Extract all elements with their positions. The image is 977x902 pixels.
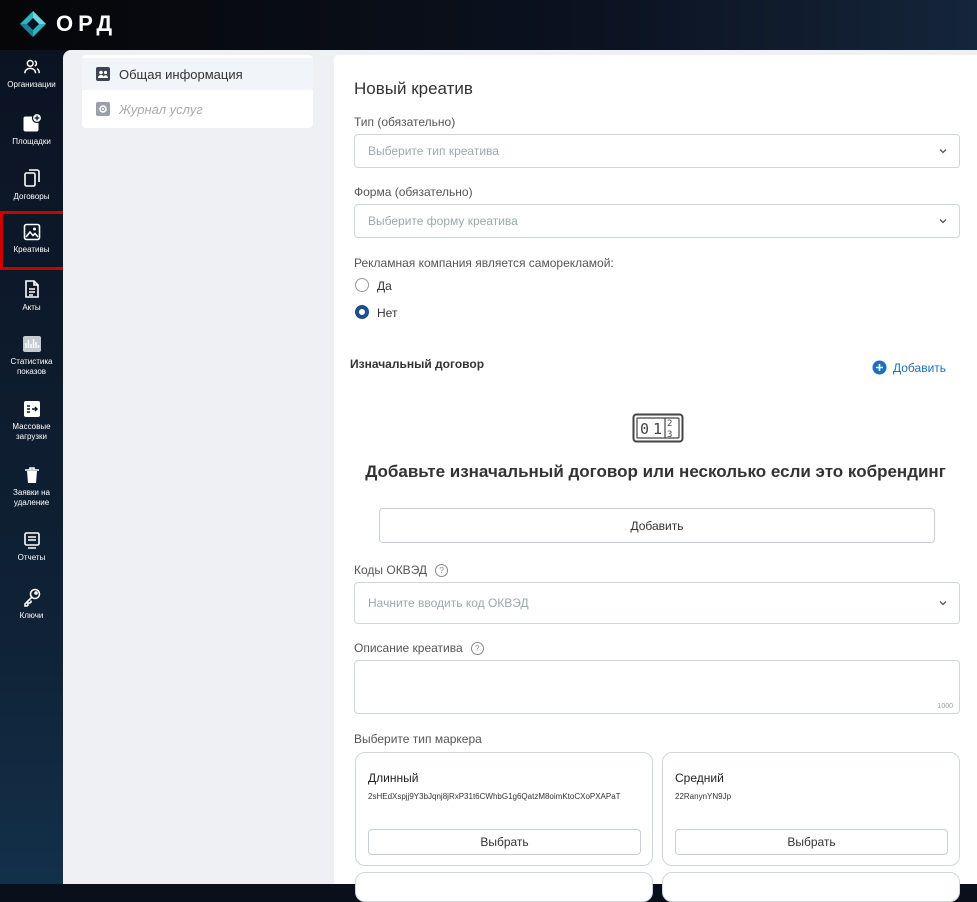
help-icon[interactable]: ? — [435, 564, 449, 578]
marker-label: Выберите тип маркера — [354, 732, 482, 746]
okved-placeholder: Начните вводить код ОКВЭД — [368, 596, 529, 610]
section-menu: Общая информация Журнал услуг — [82, 55, 313, 128]
counter-icon: 0 1 2 3 — [632, 413, 684, 443]
creative-form: Новый креатив Тип (обязательно) Выберите… — [334, 55, 977, 902]
document-icon — [24, 280, 39, 298]
select-marker-button[interactable]: Выбрать — [368, 829, 641, 855]
trash-icon — [24, 467, 39, 483]
type-label: Тип (обязательно) — [354, 115, 456, 129]
group-icon — [96, 67, 110, 81]
okved-label-text: Коды ОКВЭД — [354, 563, 428, 577]
add-contract-link[interactable]: Добавить — [872, 360, 946, 375]
page-title: Новый креатив — [354, 79, 473, 98]
help-icon[interactable]: ? — [470, 642, 484, 656]
sidebar-item-keys[interactable]: Ключи — [0, 587, 63, 621]
empty-contract-message: Добавьте изначальный договор или несколь… — [365, 462, 946, 481]
marker-card[interactable] — [355, 872, 653, 902]
type-placeholder: Выберите тип креатива — [368, 144, 499, 158]
marker-title: Средний — [675, 771, 724, 785]
sidebar-item-label: Акты — [22, 303, 41, 312]
users-icon — [23, 59, 40, 74]
sidebar-item-label: Договоры — [13, 192, 50, 201]
menu-item-service-journal[interactable]: Журнал услуг — [82, 93, 313, 125]
marker-code: 2sHEdXspjj9Y3bJqnj8jRxP31t6CWhbG1g6QatzM… — [368, 792, 621, 801]
sidebar-item-bulk-uploads[interactable]: Массовые загрузки — [0, 400, 63, 442]
stats-icon — [22, 336, 41, 352]
sidebar-item-label: Массовые загрузки — [12, 422, 51, 441]
add-square-icon — [23, 113, 42, 132]
svg-text:3: 3 — [667, 430, 672, 440]
sidebar-item-contracts[interactable]: Договоры — [0, 168, 63, 202]
contract-section-title: Изначальный договор — [350, 357, 485, 371]
menu-item-label: Журнал услуг — [119, 101, 203, 117]
plus-circle-icon — [872, 360, 887, 375]
svg-text:0: 0 — [640, 420, 649, 438]
self-ad-label: Рекламная компания является саморекламой… — [354, 256, 614, 270]
type-select[interactable]: Выберите тип креатива — [354, 134, 960, 168]
marker-card-long[interactable]: Длинный 2sHEdXspjj9Y3bJqnj8jRxP31t6CWhbG… — [355, 752, 653, 866]
description-label-text: Описание креатива — [354, 641, 463, 655]
chevron-down-icon — [939, 149, 947, 154]
marker-card-medium[interactable]: Средний 22RanynYN9Jp Выбрать — [662, 752, 960, 866]
select-marker-button[interactable]: Выбрать — [675, 829, 948, 855]
sidebar-item-label: Статистика показов — [10, 357, 53, 376]
logo[interactable]: ОРД — [18, 9, 117, 39]
sidebar-item-platforms[interactable]: Площадки — [0, 113, 63, 147]
form-select[interactable]: Выберите форму креатива — [354, 204, 960, 238]
sidebar-item-statistics[interactable]: Статистика показов — [0, 335, 63, 377]
char-counter: 1000 — [937, 703, 953, 710]
top-bar: ОРД — [0, 0, 977, 50]
sidebar-item-label: Отчеты — [17, 553, 46, 562]
description-textarea[interactable]: 1000 — [354, 660, 960, 714]
sidebar-item-label: Ключи — [19, 611, 44, 620]
sidebar-item-organizations[interactable]: Организации — [0, 58, 63, 90]
radio-yes[interactable] — [355, 278, 369, 292]
okved-label: Коды ОКВЭД? — [354, 563, 449, 578]
sidebar-item-label: Заявки на удаление — [13, 488, 50, 507]
radio-no-label: Нет — [377, 306, 398, 320]
marker-code: 22RanynYN9Jp — [675, 792, 732, 801]
sidebar-item-label: Организации — [7, 80, 56, 89]
sidebar-item-acts[interactable]: Акты — [0, 279, 63, 313]
upload-icon — [23, 401, 40, 417]
app-name: ОРД — [56, 11, 118, 36]
copy-icon — [23, 169, 40, 187]
radio-yes-label: Да — [377, 279, 392, 293]
add-contract-button[interactable]: Добавить — [379, 508, 935, 543]
okved-select[interactable]: Начните вводить код ОКВЭД — [354, 582, 960, 624]
form-label: Форма (обязательно) — [354, 185, 473, 199]
marker-card[interactable] — [662, 872, 960, 902]
radio-no[interactable] — [355, 305, 369, 319]
svg-text:2: 2 — [667, 419, 672, 429]
logo-icon — [18, 9, 48, 39]
gear-icon — [96, 102, 110, 116]
menu-item-label: Общая информация — [119, 66, 243, 82]
chevron-down-icon — [939, 601, 947, 606]
marker-title: Длинный — [368, 771, 419, 785]
sidebar-item-label: Площадки — [12, 137, 51, 146]
sidebar: Организации Площадки Договоры Креативы А… — [0, 50, 63, 884]
chevron-down-icon — [939, 219, 947, 224]
svg-text:1: 1 — [653, 420, 662, 438]
menu-item-general-info[interactable]: Общая информация — [82, 58, 313, 90]
sidebar-item-reports[interactable]: Отчеты — [0, 531, 63, 563]
description-label: Описание креатива? — [354, 641, 484, 656]
form-placeholder: Выберите форму креатива — [368, 214, 518, 228]
key-icon — [23, 588, 40, 607]
sidebar-item-delete-requests[interactable]: Заявки на удаление — [0, 466, 63, 508]
report-icon — [23, 532, 40, 549]
add-contract-label: Добавить — [893, 360, 947, 375]
